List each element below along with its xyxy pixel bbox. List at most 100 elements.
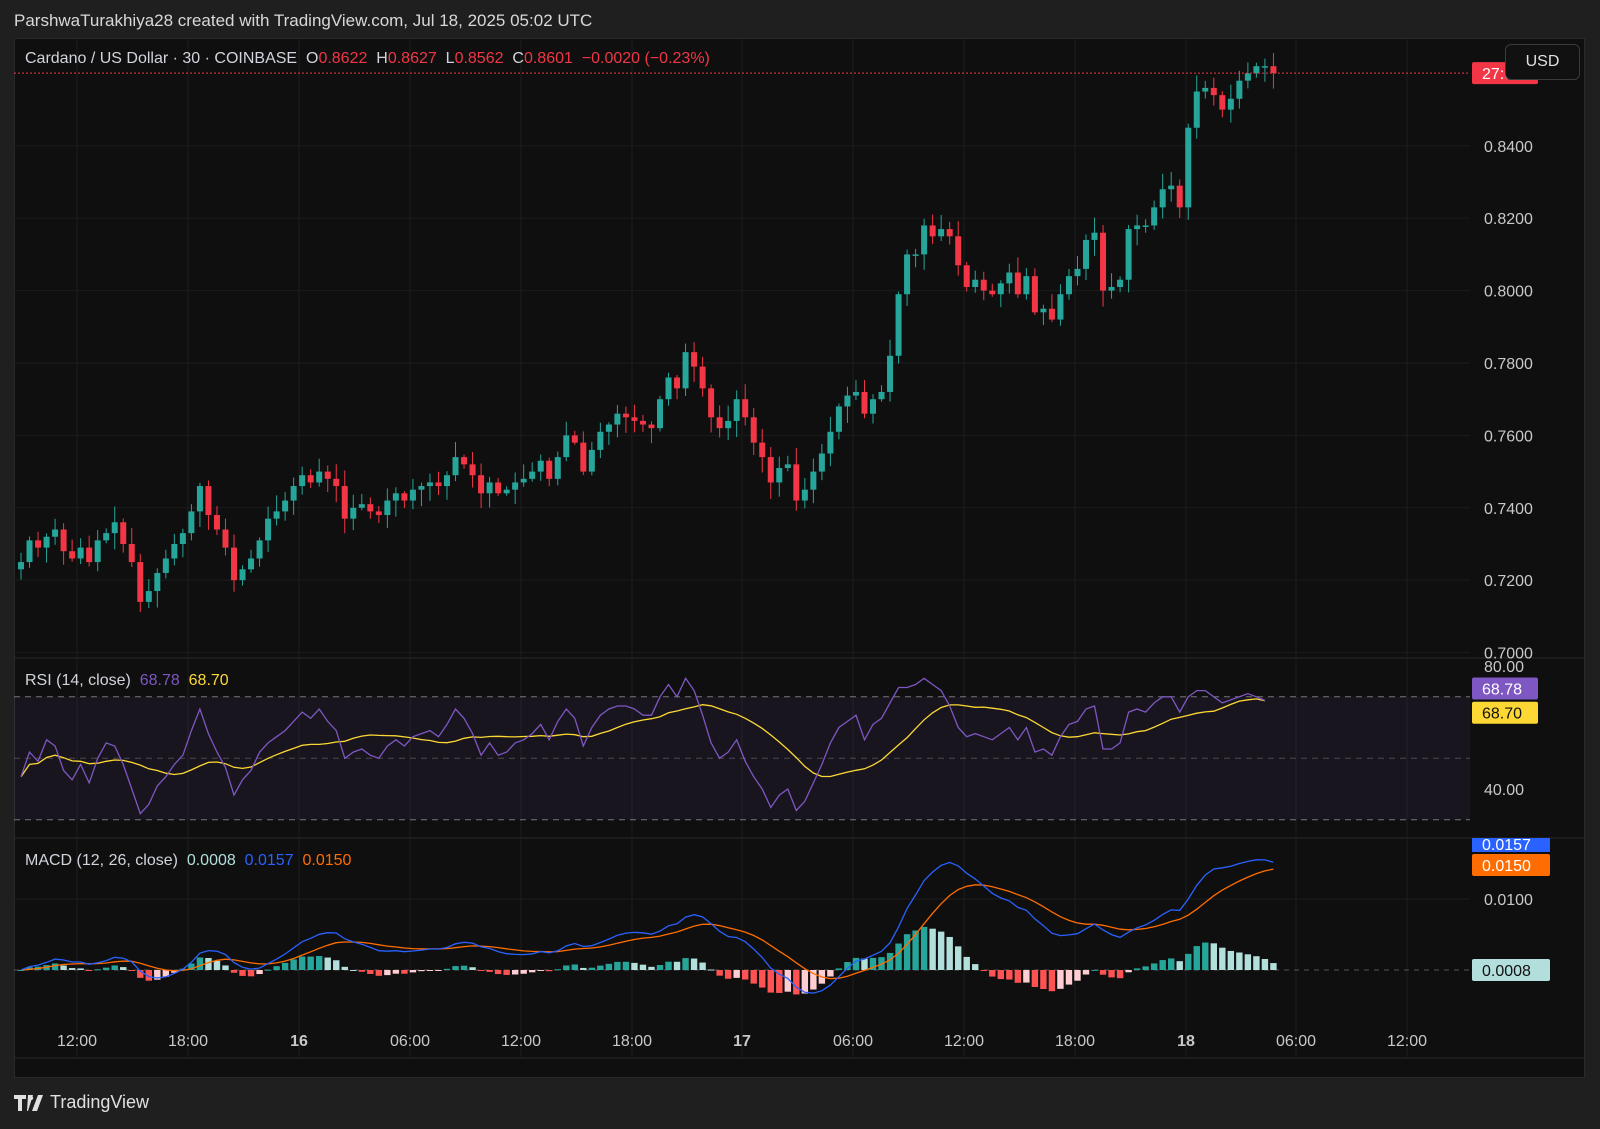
candle-body — [1253, 66, 1260, 74]
macd-histogram-bar — [94, 969, 101, 971]
macd-histogram-bar — [367, 970, 374, 974]
rsi-ma-value: 68.70 — [188, 672, 229, 689]
macd-histogram-bar — [460, 965, 468, 970]
macd-histogram-bar — [1244, 954, 1252, 970]
macd-histogram-bar — [707, 969, 715, 971]
macd-histogram-bar — [230, 970, 238, 973]
candle-body — [588, 449, 595, 472]
macd-histogram-bar — [580, 967, 587, 970]
chart-canvas[interactable]: 12:00 18:00 16 06:00 12:00 18:00 17 06:00 12:00 1… — [14, 38, 1585, 1078]
candle-body — [188, 511, 195, 534]
candle-body — [1270, 66, 1277, 74]
macd-histogram-bar — [1210, 943, 1217, 970]
candle-body — [554, 457, 561, 479]
candle-body — [316, 471, 323, 483]
tradingview-logo[interactable]: TradingView — [14, 1092, 149, 1113]
time-axis-label: 12:00 — [57, 1033, 97, 1050]
macd-histogram-bar — [1057, 970, 1064, 989]
macd-histogram-bar — [1023, 970, 1030, 983]
candle-body — [1006, 272, 1013, 284]
price-axis-label: 0.7200 — [1484, 573, 1533, 590]
candle-body — [367, 504, 374, 512]
rsi-axis-label: 80.00 — [1484, 659, 1524, 676]
macd-histogram-bar — [937, 931, 945, 970]
macd-histogram-bar — [588, 967, 596, 970]
macd-histogram-bar — [972, 964, 979, 970]
macd-value: 0.0157 — [244, 852, 294, 869]
candle-body — [810, 471, 817, 490]
macd-histogram-bar — [281, 962, 289, 970]
candle-body — [1065, 276, 1072, 295]
currency-button[interactable]: USD — [1505, 44, 1580, 80]
candle-body — [1057, 294, 1064, 320]
open-label: O — [305, 50, 319, 67]
macd-histogram-bar — [469, 967, 476, 970]
candle-body — [1185, 127, 1192, 208]
candle-body — [60, 529, 67, 552]
candle-body — [750, 417, 757, 443]
candle-body — [614, 413, 621, 425]
candle-body — [682, 352, 689, 389]
candle-body — [18, 562, 24, 570]
macd-histogram-bar — [622, 961, 630, 970]
macd-histogram-bar — [767, 970, 774, 993]
macd-histogram-bar — [1125, 970, 1132, 973]
candle-body — [1125, 229, 1132, 280]
candle-body — [1210, 87, 1217, 96]
macd-histogram-bar — [384, 970, 391, 976]
candle-body — [384, 500, 391, 516]
candle-body — [563, 435, 570, 458]
candle-body — [844, 395, 851, 407]
macd-histogram-bar — [68, 968, 76, 970]
macd-histogram-bar — [546, 970, 553, 972]
candle-body — [887, 355, 894, 392]
macd-histogram-bar — [341, 966, 348, 970]
candle-body — [1142, 225, 1149, 227]
candle-body — [307, 475, 314, 483]
candle-body — [265, 518, 272, 541]
macd-histogram-bar — [51, 963, 59, 970]
candle-body — [580, 442, 587, 472]
candle-body — [341, 486, 348, 519]
candle-body — [1083, 239, 1089, 269]
macd-histogram-bar — [1014, 970, 1022, 983]
candle-body — [1219, 95, 1226, 110]
macd-histogram-bar — [85, 970, 93, 971]
candle-body — [631, 417, 638, 421]
candle-body — [162, 558, 169, 573]
candle-body — [290, 486, 297, 501]
rsi-value-tag-text: 68.78 — [1482, 682, 1522, 699]
price-axis-label: 0.8400 — [1484, 139, 1533, 156]
candle-body — [691, 352, 698, 367]
candle-body — [103, 533, 110, 541]
candle-body — [350, 507, 357, 519]
candle-body — [776, 467, 783, 483]
macd-histogram-bar — [597, 965, 604, 970]
macd-label: MACD (12, 26, close) — [25, 852, 178, 869]
candle-body — [231, 547, 237, 581]
candle-body — [1014, 272, 1021, 295]
macd-histogram-bar — [724, 970, 732, 979]
candle-body — [256, 540, 263, 559]
macd-signal-line — [20, 868, 1274, 980]
macd-histogram-bar — [222, 965, 229, 970]
candle-body — [1023, 276, 1030, 295]
time-axis-label: 18:00 — [612, 1033, 652, 1050]
macd-histogram-bar — [895, 943, 902, 970]
macd-histogram-bar — [639, 964, 647, 970]
time-axis-label: 06:00 — [833, 1033, 873, 1050]
candle-body — [708, 388, 715, 418]
candle-body — [938, 229, 945, 237]
time-axis-label: 18:00 — [168, 1033, 208, 1050]
candle-body — [120, 522, 127, 544]
macd-histogram-bar — [128, 970, 135, 971]
macd-histogram-bar — [375, 970, 383, 976]
candle-body — [895, 294, 902, 356]
low-value: 0.8562 — [454, 50, 504, 67]
macd-hist-tag-text: 0.0008 — [1482, 963, 1531, 980]
macd-histogram-bar — [520, 970, 527, 974]
symbol-legend: Cardano / US Dollar · 30 · COINBASE O0.8… — [25, 50, 710, 68]
macd-histogram-bar — [1176, 961, 1183, 970]
macd-histogram-bar — [120, 967, 127, 970]
macd-histogram-bar — [477, 970, 485, 971]
